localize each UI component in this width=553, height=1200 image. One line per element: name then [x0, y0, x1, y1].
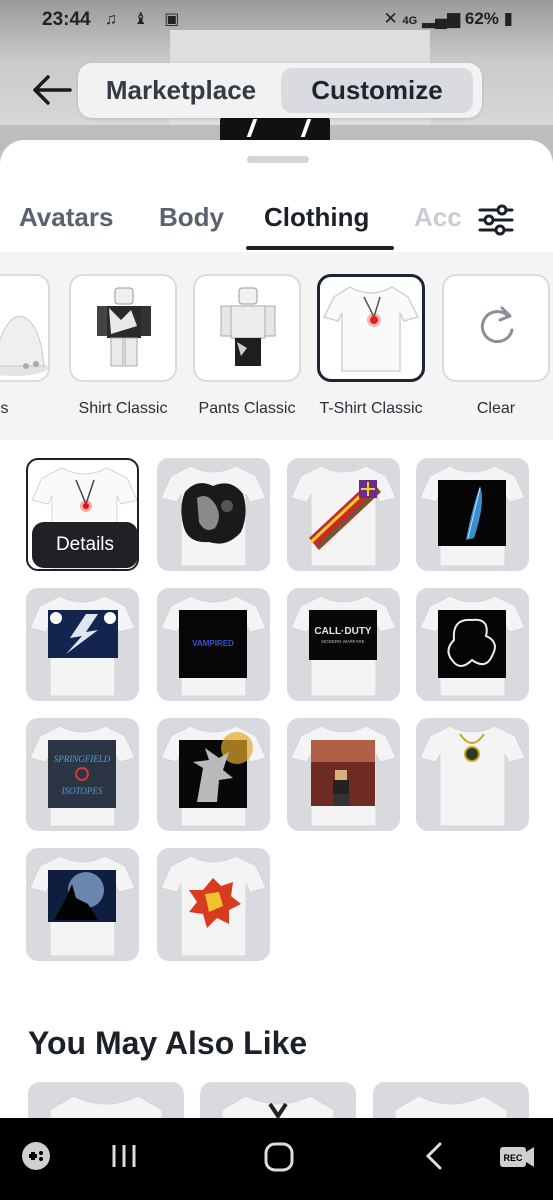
category-card-partial[interactable] [0, 274, 50, 382]
vampired-text: VAMPIRED [192, 639, 234, 648]
arrow-left-icon [33, 75, 72, 105]
nav-back-icon[interactable] [420, 1140, 450, 1172]
tshirt-thumbnail [221, 1095, 335, 1120]
tshirt-thumbnail [290, 725, 397, 827]
tshirt-item-sash[interactable] [287, 458, 400, 571]
game-launcher-icon[interactable] [20, 1140, 52, 1172]
system-nav-bar: REC [0, 1118, 553, 1200]
tshirt-item-pendant[interactable] [416, 718, 529, 831]
network-label: 4G [402, 15, 418, 27]
category-clear[interactable] [442, 274, 550, 382]
customize-sheet: Avatars Body Clothing Acc es [0, 140, 553, 1120]
category-label-clear: Clear [476, 400, 516, 417]
springfield-top-text: SPRINGFIELD [54, 754, 111, 764]
tshirt-thumbnail [160, 725, 267, 827]
tshirt-item-lightning[interactable] [26, 588, 139, 701]
mute-icon: ✕ [383, 9, 398, 28]
tshirt-item-grunge[interactable] [157, 458, 270, 571]
category-label-pants: Pants Classic [198, 400, 296, 417]
status-bar: 23:44 ♫ ♝ ▣ ✕ 4G ▂▄▆ 62% ▮ [0, 0, 553, 40]
tab-avatars[interactable]: Avatars [19, 202, 113, 233]
details-button[interactable]: Details [32, 522, 137, 568]
category-label-tshirt: T-Shirt Classic [319, 400, 423, 417]
back-button[interactable] [30, 72, 74, 108]
tab-clothing[interactable]: Clothing [264, 202, 369, 233]
marketplace-segment[interactable]: Marketplace [84, 68, 278, 113]
category-pants-classic[interactable] [193, 274, 301, 382]
tshirt-thumbnail [419, 465, 526, 567]
status-time: 23:44 [42, 9, 91, 30]
pants-avatar-icon [220, 287, 276, 366]
recommendation-card[interactable] [28, 1082, 184, 1120]
clothing-type-strip: es Shirt Classic Pants Cl [0, 252, 553, 440]
tshirt-thumbnail: CALL·DUTY MODERN WARFARE [290, 595, 397, 697]
customize-segment[interactable]: Customize [281, 68, 473, 113]
tshirt-thumbnail: SPRINGFIELD ISOTOPES [29, 725, 136, 827]
tshirt-thumbnail [29, 595, 136, 697]
sliders-icon [478, 204, 514, 236]
filter-button[interactable] [470, 196, 550, 244]
home-icon[interactable] [262, 1140, 296, 1174]
marketplace-customize-switch: Marketplace Customize [78, 63, 482, 118]
tshirt-item-robloxian[interactable] [287, 718, 400, 831]
tshirt-item-cod[interactable]: CALL·DUTY MODERN WARFARE [287, 588, 400, 701]
tshirt-thumbnail [290, 465, 397, 567]
shirt-avatar-icon [97, 287, 151, 367]
tshirt-thumbnail: VAMPIRED [160, 595, 267, 697]
tshirt-item-necklace[interactable]: Details [26, 458, 139, 571]
screen-record-icon[interactable]: REC [498, 1140, 536, 1172]
tshirt-thumbnail [160, 855, 267, 957]
hat-icon [0, 315, 48, 376]
tshirt-thumbnail [419, 595, 526, 697]
tshirt-thumbnail [394, 1095, 508, 1120]
tshirt-item-outline[interactable] [416, 588, 529, 701]
springfield-bottom-text: ISOTOPES [61, 786, 103, 796]
signal-icon: ▂▄▆ [421, 9, 461, 28]
you-may-also-like-heading: You May Also Like [28, 1025, 308, 1061]
tshirt-icon [322, 286, 420, 372]
tab-accessories[interactable]: Acc [414, 202, 462, 233]
tab-body[interactable]: Body [159, 202, 224, 233]
tshirt-item-gem[interactable] [157, 848, 270, 961]
sheet-grabber[interactable] [247, 156, 309, 163]
notification-icons: ♫ ♝ ▣ [105, 11, 186, 28]
recent-apps-icon[interactable] [108, 1140, 140, 1172]
tshirt-item-hedgehog[interactable] [157, 718, 270, 831]
tshirt-thumbnail [160, 465, 267, 567]
cod-subtitle-text: MODERN WARFARE [321, 639, 364, 644]
tshirt-thumbnail [49, 1095, 163, 1120]
recommendation-card[interactable] [373, 1082, 529, 1120]
active-tab-indicator [246, 246, 394, 250]
category-tabs: Avatars Body Clothing Acc [0, 192, 553, 252]
tshirt-item-feather[interactable] [416, 458, 529, 571]
recommendation-card[interactable] [200, 1082, 356, 1120]
tshirt-item-springfield[interactable]: SPRINGFIELD ISOTOPES [26, 718, 139, 831]
battery-percent: 62% [464, 9, 499, 28]
category-shirt-classic[interactable] [69, 274, 177, 382]
category-label-shirt: Shirt Classic [78, 400, 168, 417]
category-label-partial: es [0, 400, 9, 417]
category-tshirt-classic[interactable] [317, 274, 425, 382]
status-right-icons: ✕ 4G ▂▄▆ 62% ▮ [384, 9, 513, 29]
refresh-icon [480, 306, 514, 344]
tshirt-item-vampired[interactable]: VAMPIRED [157, 588, 270, 701]
tshirt-thumbnail [29, 855, 136, 957]
tshirt-thumbnail [419, 725, 526, 827]
battery-icon: ▮ [503, 9, 513, 28]
svg-text:REC: REC [503, 1153, 523, 1163]
tshirt-item-wolf[interactable] [26, 848, 139, 961]
cod-title-text: CALL·DUTY [314, 626, 372, 637]
